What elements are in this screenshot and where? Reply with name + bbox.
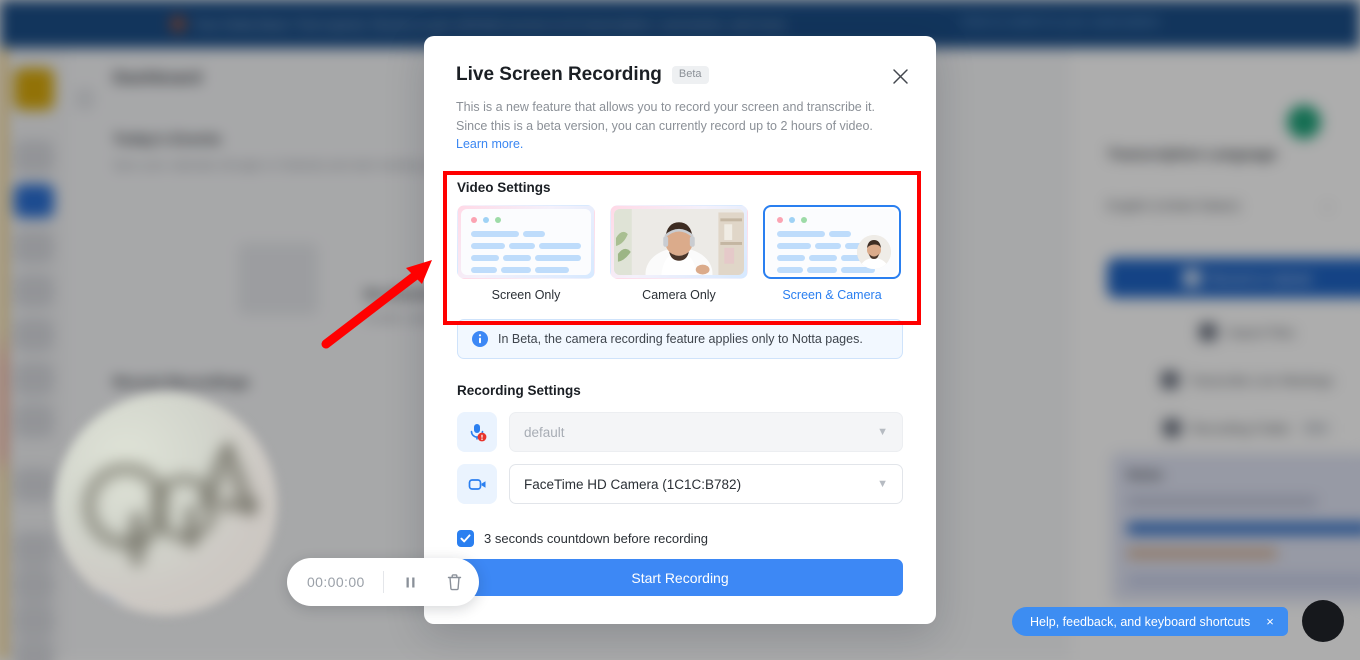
delete-button[interactable]: [438, 565, 472, 599]
divider: [382, 571, 384, 593]
video-option-screen-and-camera[interactable]: Screen & Camera: [763, 205, 901, 302]
close-icon[interactable]: [888, 64, 912, 88]
pause-icon: [406, 577, 415, 587]
video-option-label: Camera Only: [642, 288, 716, 302]
camera-only-thumbnail[interactable]: [610, 205, 748, 279]
video-option-label: Screen & Camera: [782, 288, 882, 302]
start-recording-label: Start Recording: [631, 569, 729, 586]
camera-select-value: FaceTime HD Camera (1C1C:B782): [524, 476, 742, 492]
beta-badge: Beta: [671, 66, 709, 84]
camera-icon: [457, 464, 497, 504]
help-toast[interactable]: Help, feedback, and keyboard shortcuts ×: [1012, 607, 1288, 636]
trash-icon: [448, 574, 462, 591]
person-photo: [614, 209, 744, 275]
beta-info-note-text: In Beta, the camera recording feature ap…: [498, 332, 863, 346]
close-icon[interactable]: ×: [1266, 614, 1274, 629]
learn-more-link[interactable]: Learn more.: [456, 137, 523, 151]
camera-select[interactable]: FaceTime HD Camera (1C1C:B782) ▼: [509, 464, 903, 504]
video-option-camera-only[interactable]: Camera Only: [610, 205, 748, 302]
recording-timer: 00:00:00: [307, 574, 365, 590]
screen: Your Notta Basic Trial expired. Renew to…: [0, 0, 1360, 660]
modal-description-line1: This is a new feature that allows you to…: [456, 100, 875, 114]
beta-info-note: In Beta, the camera recording feature ap…: [457, 319, 903, 359]
screen-and-camera-thumbnail[interactable]: [763, 205, 901, 279]
modal-header: Live Screen Recording Beta: [456, 64, 709, 86]
help-fab-button[interactable]: [1302, 600, 1344, 642]
video-options-group: Screen Only Camera Only Screen & Camera: [457, 205, 903, 302]
countdown-label: 3 seconds countdown before recording: [484, 531, 709, 546]
video-settings-title: Video Settings: [457, 180, 551, 195]
modal-description-line2: Since this is a beta version, you can cu…: [456, 118, 873, 133]
video-option-screen-only[interactable]: Screen Only: [457, 205, 595, 302]
webcam-bubble[interactable]: [55, 393, 277, 615]
screen-with-camera-mockup-icon: [767, 209, 897, 275]
microphone-setting-row: default ▼: [457, 412, 903, 452]
modal-title: Live Screen Recording: [456, 64, 662, 85]
screen-only-thumbnail[interactable]: [457, 205, 595, 279]
chevron-down-icon: ▼: [877, 478, 888, 490]
info-icon: [472, 331, 488, 347]
chevron-down-icon: ▼: [877, 426, 888, 438]
screen-mockup-icon: [461, 209, 591, 275]
recording-settings-title: Recording Settings: [457, 383, 581, 398]
help-toast-text: Help, feedback, and keyboard shortcuts: [1030, 614, 1251, 629]
microphone-select-value: default: [524, 424, 565, 440]
annotation-arrow: [321, 260, 432, 349]
video-option-label: Screen Only: [491, 288, 561, 302]
recording-toolbar: 00:00:00: [287, 558, 479, 606]
pause-button[interactable]: [394, 565, 428, 599]
microphone-muted-icon: [457, 412, 497, 452]
modal-description: This is a new feature that allows you to…: [456, 98, 888, 154]
countdown-option-row[interactable]: 3 seconds countdown before recording: [457, 530, 708, 547]
countdown-checkbox[interactable]: [457, 530, 474, 547]
start-recording-button[interactable]: Start Recording: [457, 559, 903, 596]
camera-setting-row: FaceTime HD Camera (1C1C:B782) ▼: [457, 464, 903, 504]
microphone-select[interactable]: default ▼: [509, 412, 903, 452]
